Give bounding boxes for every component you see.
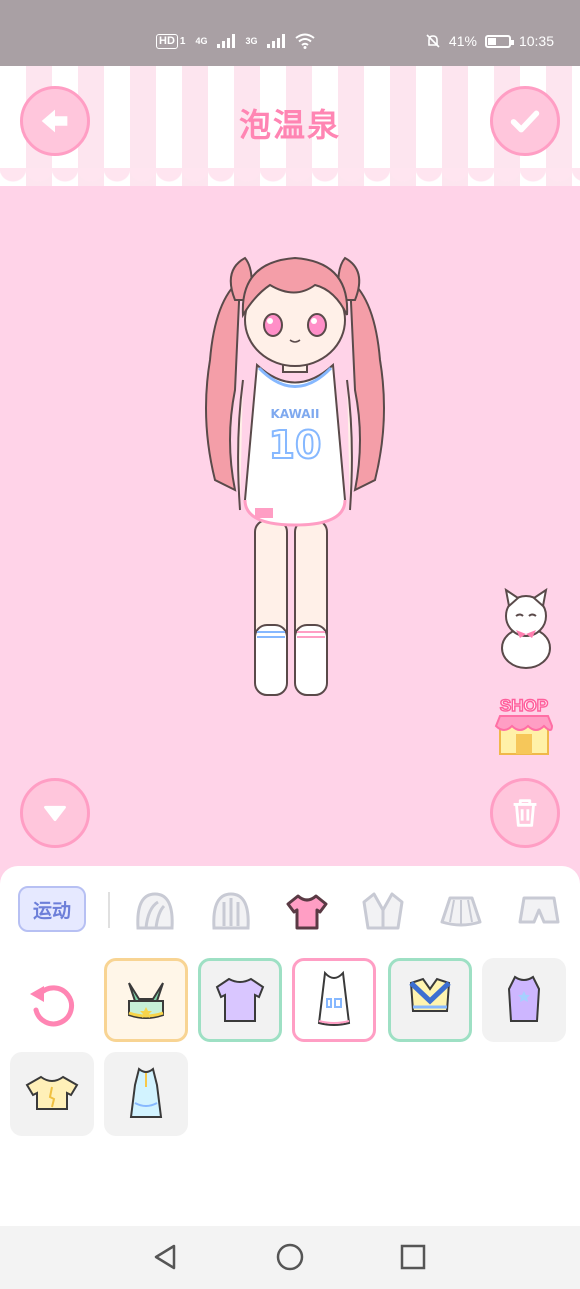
delete-button[interactable] — [490, 778, 560, 848]
shorts-icon[interactable] — [516, 888, 562, 934]
nav-recents-icon[interactable] — [398, 1242, 428, 1272]
signal-icon — [217, 34, 236, 48]
shop-label: SHOP — [499, 695, 549, 716]
system-nav-bar — [0, 1226, 580, 1289]
network-indicators: HD 1 4G 3G — [156, 33, 316, 49]
nav-back-icon[interactable] — [150, 1242, 180, 1272]
tab-sports[interactable]: 运动 — [18, 886, 86, 932]
jersey-number: 10 — [269, 423, 322, 467]
nav-home-icon[interactable] — [275, 1242, 305, 1272]
item-yellow-crop-tee[interactable] — [10, 1052, 94, 1136]
hd-badge: HD — [156, 33, 178, 49]
hat-icon[interactable] — [208, 888, 254, 934]
battery-icon — [484, 34, 514, 48]
collapse-button[interactable] — [20, 778, 90, 848]
item-lilac-tshirt[interactable] — [198, 958, 282, 1042]
jacket-icon[interactable] — [360, 888, 406, 934]
character-doll[interactable]: KAWAII 10 — [195, 240, 395, 700]
status-bar: HD 1 4G 3G 41% 10:35 — [0, 0, 580, 66]
item-mint-dress[interactable] — [104, 1052, 188, 1136]
check-icon — [510, 110, 540, 133]
item-cheer-top[interactable] — [388, 958, 472, 1042]
shop-button[interactable]: SHOP — [492, 694, 556, 758]
battery-percent: 41% — [448, 33, 477, 49]
divider — [108, 892, 110, 928]
signal-icon — [267, 34, 286, 48]
sports-bra-icon — [128, 982, 164, 1019]
crop-tee-icon — [25, 1075, 79, 1110]
item-sports-bra[interactable] — [104, 958, 188, 1042]
cat-pet-icon[interactable] — [494, 586, 558, 670]
status-right: 41% 10:35 — [425, 33, 554, 49]
confirm-button[interactable] — [490, 86, 560, 156]
tshirt-icon — [215, 977, 265, 1022]
header-scallop-edge — [0, 168, 580, 192]
category-bar: 运动 — [18, 886, 578, 934]
item-purple-tank[interactable] — [482, 958, 566, 1042]
mute-bell-icon — [426, 34, 440, 48]
cheer-top-icon — [409, 977, 451, 1012]
reset-icon[interactable] — [26, 976, 80, 1030]
jersey-dress-icon — [317, 970, 351, 1026]
wifi-icon — [295, 33, 316, 49]
wardrobe-panel: 运动 — [0, 866, 580, 1226]
tank-top-icon — [507, 975, 541, 1022]
item-basketball-jersey[interactable] — [292, 958, 376, 1042]
jersey-text: KAWAII — [271, 407, 320, 421]
triangle-down-icon — [44, 805, 66, 822]
shirt-icon[interactable] — [284, 888, 330, 934]
net2-label: 3G — [245, 36, 258, 46]
clock: 10:35 — [518, 33, 554, 49]
net1-label: 4G — [195, 36, 208, 46]
hair-icon[interactable] — [132, 888, 178, 934]
sim-label: 1 — [179, 35, 186, 47]
trash-icon — [513, 799, 537, 827]
skirt-icon[interactable] — [438, 888, 484, 934]
dress-icon — [129, 1067, 163, 1118]
